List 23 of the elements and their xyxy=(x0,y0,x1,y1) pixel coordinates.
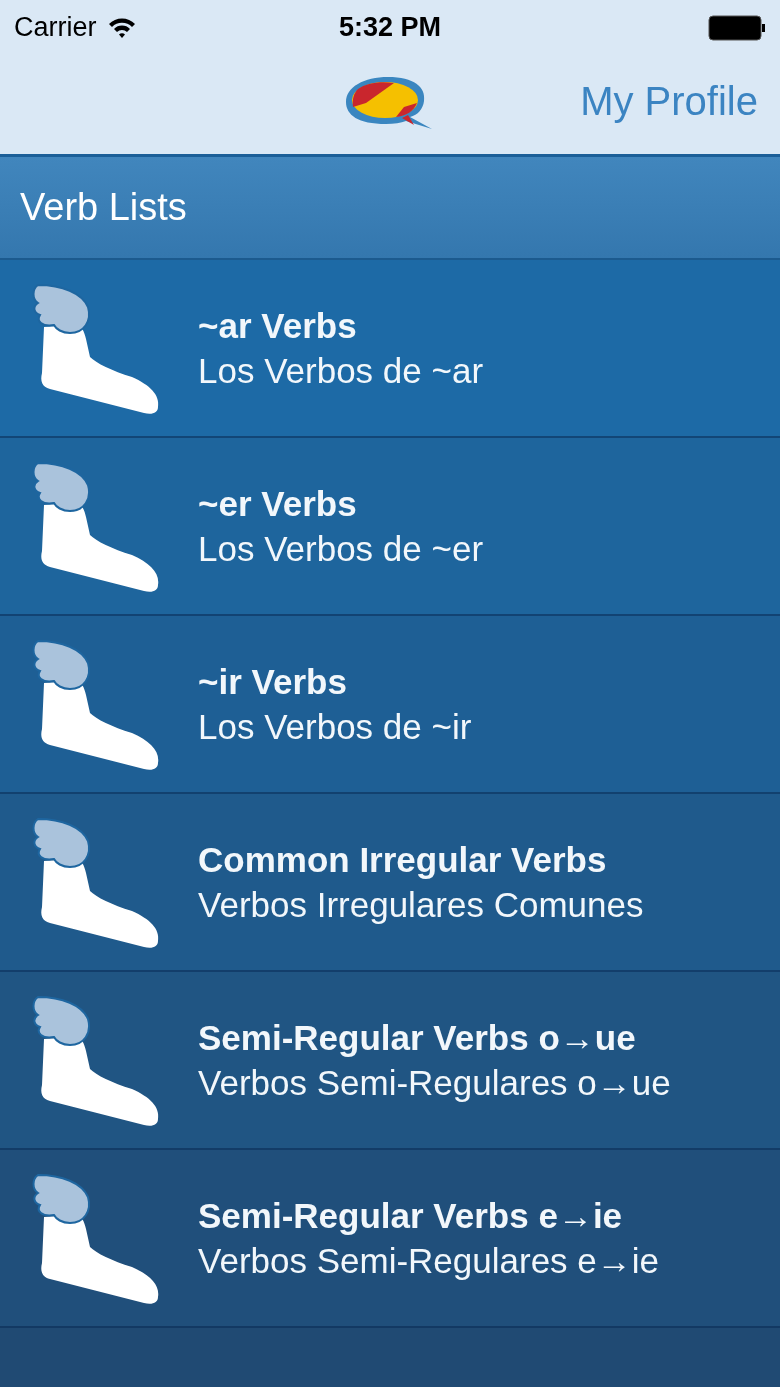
verb-list-item[interactable]: ~ir Verbs Los Verbos de ~ir xyxy=(0,616,780,794)
battery-icon xyxy=(708,14,766,41)
verb-list-item[interactable]: Semi-Regular Verbs o→ue Verbos Semi-Regulares o→ue xyxy=(0,972,780,1150)
list-subtitle: Los Verbos de ~ir xyxy=(198,706,472,748)
list-subtitle: Los Verbos de ~ar xyxy=(198,350,484,392)
section-title: Verb Lists xyxy=(20,185,187,230)
list-title: Semi-Regular Verbs e→ie xyxy=(198,1194,624,1237)
list-subtitle: Los Verbos de ~er xyxy=(198,528,484,570)
verb-list-item[interactable]: ~er Verbs Los Verbos de ~er xyxy=(0,438,780,616)
verb-list-item[interactable]: ~ar Verbs Los Verbos de ~ar xyxy=(0,260,780,438)
carrier-name: Carrier xyxy=(14,11,97,45)
list-title: ~ir Verbs xyxy=(198,660,348,703)
list-subtitle: Verbos Irregulares Comunes xyxy=(198,884,644,926)
verb-list-item[interactable]: Common Irregular Verbs Verbos Irregulares Comunes xyxy=(0,794,780,972)
list-title: Common Irregular Verbs xyxy=(198,838,608,881)
list-subtitle: Verbos Semi-Regulares o→ue xyxy=(198,1062,671,1104)
list-title: ~er Verbs xyxy=(198,482,358,525)
list-title: ~ar Verbs xyxy=(198,304,358,347)
list-title: Semi-Regular Verbs o→ue xyxy=(198,1016,637,1059)
profile-button[interactable]: My Profile xyxy=(580,77,758,125)
list-subtitle: Verbos Semi-Regulares e→ie xyxy=(198,1240,660,1282)
verb-list-item[interactable]: Semi-Regular Verbs e→ie Verbos Semi-Regulares e→ie xyxy=(0,1150,780,1328)
status-time: 5:32 PM xyxy=(339,11,441,45)
